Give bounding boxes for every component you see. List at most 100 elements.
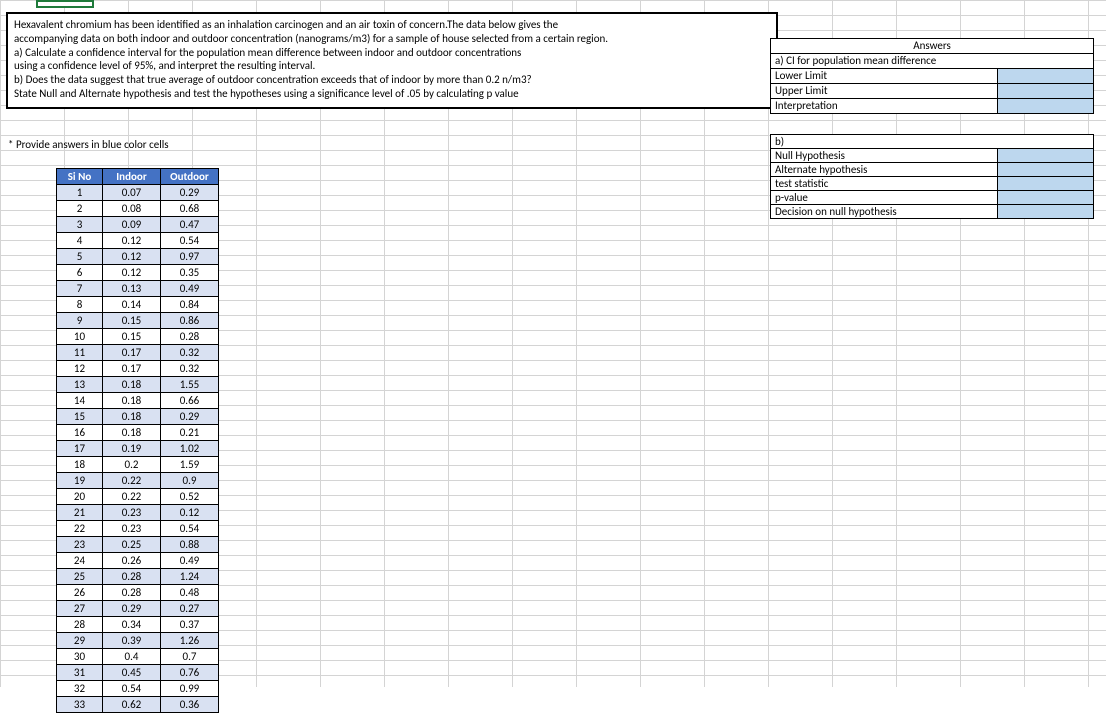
table-cell[interactable]: 0.23 <box>103 521 161 537</box>
table-cell[interactable]: 0.18 <box>103 377 161 393</box>
table-cell[interactable]: 1.24 <box>161 569 219 585</box>
table-cell[interactable]: 0.29 <box>161 409 219 425</box>
table-cell[interactable]: 0.17 <box>103 361 161 377</box>
table-cell[interactable]: 0.47 <box>161 217 219 233</box>
table-cell[interactable]: 0.7 <box>161 649 219 665</box>
table-cell[interactable]: 0.12 <box>103 265 161 281</box>
table-cell[interactable]: 0.14 <box>103 297 161 313</box>
table-cell[interactable]: 24 <box>57 553 103 569</box>
table-cell[interactable]: 0.23 <box>103 505 161 521</box>
table-cell[interactable]: 23 <box>57 537 103 553</box>
table-cell[interactable]: 0.09 <box>103 217 161 233</box>
table-cell[interactable]: 0.62 <box>103 697 161 713</box>
table-cell[interactable]: 27 <box>57 601 103 617</box>
table-cell[interactable]: 0.26 <box>103 553 161 569</box>
table-cell[interactable]: 2 <box>57 201 103 217</box>
table-cell[interactable]: 0.54 <box>161 521 219 537</box>
table-cell[interactable]: 0.21 <box>161 425 219 441</box>
table-cell[interactable]: 0.86 <box>161 313 219 329</box>
table-cell[interactable]: 0.22 <box>103 489 161 505</box>
table-cell[interactable]: 0.99 <box>161 681 219 697</box>
table-cell[interactable]: 0.07 <box>103 185 161 201</box>
table-cell[interactable]: 0.35 <box>161 265 219 281</box>
decision-input[interactable] <box>998 205 1094 219</box>
table-cell[interactable]: 0.76 <box>161 665 219 681</box>
table-cell[interactable]: 18 <box>57 457 103 473</box>
table-cell[interactable]: 0.88 <box>161 537 219 553</box>
table-cell[interactable]: 0.27 <box>161 601 219 617</box>
table-cell[interactable]: 0.12 <box>103 233 161 249</box>
table-cell[interactable]: 1.26 <box>161 633 219 649</box>
table-cell[interactable]: 30 <box>57 649 103 665</box>
table-cell[interactable]: 0.37 <box>161 617 219 633</box>
table-cell[interactable]: 0.18 <box>103 409 161 425</box>
table-cell[interactable]: 0.45 <box>103 665 161 681</box>
table-cell[interactable]: 0.48 <box>161 585 219 601</box>
table-cell[interactable]: 0.4 <box>103 649 161 665</box>
table-cell[interactable]: 0.25 <box>103 537 161 553</box>
table-cell[interactable]: 0.28 <box>103 585 161 601</box>
table-cell[interactable]: 25 <box>57 569 103 585</box>
table-cell[interactable]: 15 <box>57 409 103 425</box>
table-cell[interactable]: 1.02 <box>161 441 219 457</box>
table-cell[interactable]: 16 <box>57 425 103 441</box>
table-cell[interactable]: 10 <box>57 329 103 345</box>
table-cell[interactable]: 13 <box>57 377 103 393</box>
table-cell[interactable]: 4 <box>57 233 103 249</box>
table-cell[interactable]: 0.49 <box>161 553 219 569</box>
table-cell[interactable]: 0.34 <box>103 617 161 633</box>
table-cell[interactable]: 0.32 <box>161 345 219 361</box>
table-cell[interactable]: 11 <box>57 345 103 361</box>
table-cell[interactable]: 8 <box>57 297 103 313</box>
table-cell[interactable]: 33 <box>57 697 103 713</box>
alt-hypothesis-input[interactable] <box>998 163 1094 177</box>
table-cell[interactable]: 0.97 <box>161 249 219 265</box>
table-cell[interactable]: 1 <box>57 185 103 201</box>
table-cell[interactable]: 17 <box>57 441 103 457</box>
table-cell[interactable]: 20 <box>57 489 103 505</box>
table-cell[interactable]: 0.52 <box>161 489 219 505</box>
table-cell[interactable]: 0.28 <box>161 329 219 345</box>
table-cell[interactable]: 0.18 <box>103 393 161 409</box>
table-cell[interactable]: 1.59 <box>161 457 219 473</box>
table-cell[interactable]: 0.68 <box>161 201 219 217</box>
upper-limit-input[interactable] <box>998 84 1094 99</box>
table-cell[interactable]: 21 <box>57 505 103 521</box>
table-cell[interactable]: 0.29 <box>161 185 219 201</box>
table-cell[interactable]: 28 <box>57 617 103 633</box>
table-cell[interactable]: 22 <box>57 521 103 537</box>
p-value-input[interactable] <box>998 191 1094 205</box>
table-cell[interactable]: 0.2 <box>103 457 161 473</box>
table-cell[interactable]: 6 <box>57 265 103 281</box>
table-cell[interactable]: 19 <box>57 473 103 489</box>
table-cell[interactable]: 7 <box>57 281 103 297</box>
table-cell[interactable]: 0.15 <box>103 329 161 345</box>
test-statistic-input[interactable] <box>998 177 1094 191</box>
table-cell[interactable]: 5 <box>57 249 103 265</box>
table-cell[interactable]: 12 <box>57 361 103 377</box>
table-cell[interactable]: 1.55 <box>161 377 219 393</box>
table-cell[interactable]: 0.12 <box>103 249 161 265</box>
table-cell[interactable]: 0.49 <box>161 281 219 297</box>
table-cell[interactable]: 0.19 <box>103 441 161 457</box>
table-cell[interactable]: 0.39 <box>103 633 161 649</box>
table-cell[interactable]: 26 <box>57 585 103 601</box>
table-cell[interactable]: 0.13 <box>103 281 161 297</box>
table-cell[interactable]: 0.32 <box>161 361 219 377</box>
table-cell[interactable]: 31 <box>57 665 103 681</box>
table-cell[interactable]: 0.54 <box>161 233 219 249</box>
table-cell[interactable]: 0.28 <box>103 569 161 585</box>
table-cell[interactable]: 0.9 <box>161 473 219 489</box>
table-cell[interactable]: 32 <box>57 681 103 697</box>
table-cell[interactable]: 29 <box>57 633 103 649</box>
table-cell[interactable]: 0.84 <box>161 297 219 313</box>
table-cell[interactable]: 0.12 <box>161 505 219 521</box>
table-cell[interactable]: 0.36 <box>161 697 219 713</box>
table-cell[interactable]: 0.29 <box>103 601 161 617</box>
table-cell[interactable]: 3 <box>57 217 103 233</box>
table-cell[interactable]: 0.08 <box>103 201 161 217</box>
table-cell[interactable]: 0.66 <box>161 393 219 409</box>
table-cell[interactable]: 0.15 <box>103 313 161 329</box>
table-cell[interactable]: 9 <box>57 313 103 329</box>
lower-limit-input[interactable] <box>998 69 1094 84</box>
